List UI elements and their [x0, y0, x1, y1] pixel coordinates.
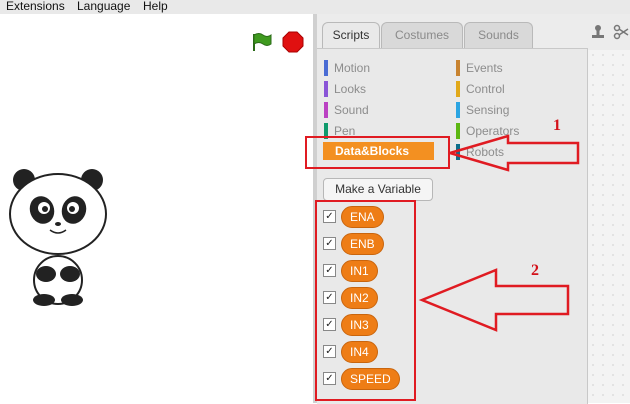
category-label: Control: [466, 82, 505, 96]
category-color-bar: [456, 102, 460, 118]
category-sensing[interactable]: Sensing: [456, 102, 509, 118]
category-events[interactable]: Events: [456, 60, 503, 76]
menu-extensions[interactable]: Extensions: [6, 0, 65, 13]
annotation-arrow-1: [448, 134, 580, 172]
category-label: Looks: [334, 82, 367, 96]
scissors-icon[interactable]: [613, 24, 629, 40]
annotation-label-2: 2: [531, 262, 539, 279]
menu-help[interactable]: Help: [143, 0, 168, 13]
menu-bar: Extensions Language Help: [0, 0, 630, 14]
category-color-bar: [324, 60, 328, 76]
category-control[interactable]: Control: [456, 81, 505, 97]
category-looks[interactable]: Looks: [324, 81, 366, 97]
script-area[interactable]: [588, 50, 630, 403]
panda-sprite[interactable]: [6, 166, 110, 308]
category-label: Sound: [334, 103, 369, 117]
category-label: Motion: [334, 61, 371, 75]
annotation-box-2: [315, 200, 416, 401]
category-color-bar: [456, 60, 460, 76]
make-variable-button[interactable]: Make a Variable: [323, 178, 433, 201]
stage-toolbar: [0, 22, 313, 63]
green-flag-icon[interactable]: [250, 31, 272, 53]
annotation-box-1: [305, 136, 450, 169]
annotation-label-1: 1: [553, 117, 561, 134]
category-label: Sensing: [466, 103, 510, 117]
annotation-arrow-2: [418, 268, 570, 332]
category-sound[interactable]: Sound: [324, 102, 369, 118]
category-motion[interactable]: Motion: [324, 60, 370, 76]
tab-sounds[interactable]: Sounds: [464, 22, 533, 48]
tab-costumes[interactable]: Costumes: [381, 22, 463, 48]
category-label: Events: [466, 61, 503, 75]
menu-language[interactable]: Language: [77, 0, 130, 13]
stamp-icon[interactable]: [590, 24, 606, 40]
category-color-bar: [324, 102, 328, 118]
tab-scripts[interactable]: Scripts: [322, 22, 380, 49]
category-color-bar: [324, 81, 328, 97]
stop-icon[interactable]: [282, 31, 304, 53]
stage[interactable]: [0, 62, 313, 403]
category-color-bar: [456, 81, 460, 97]
